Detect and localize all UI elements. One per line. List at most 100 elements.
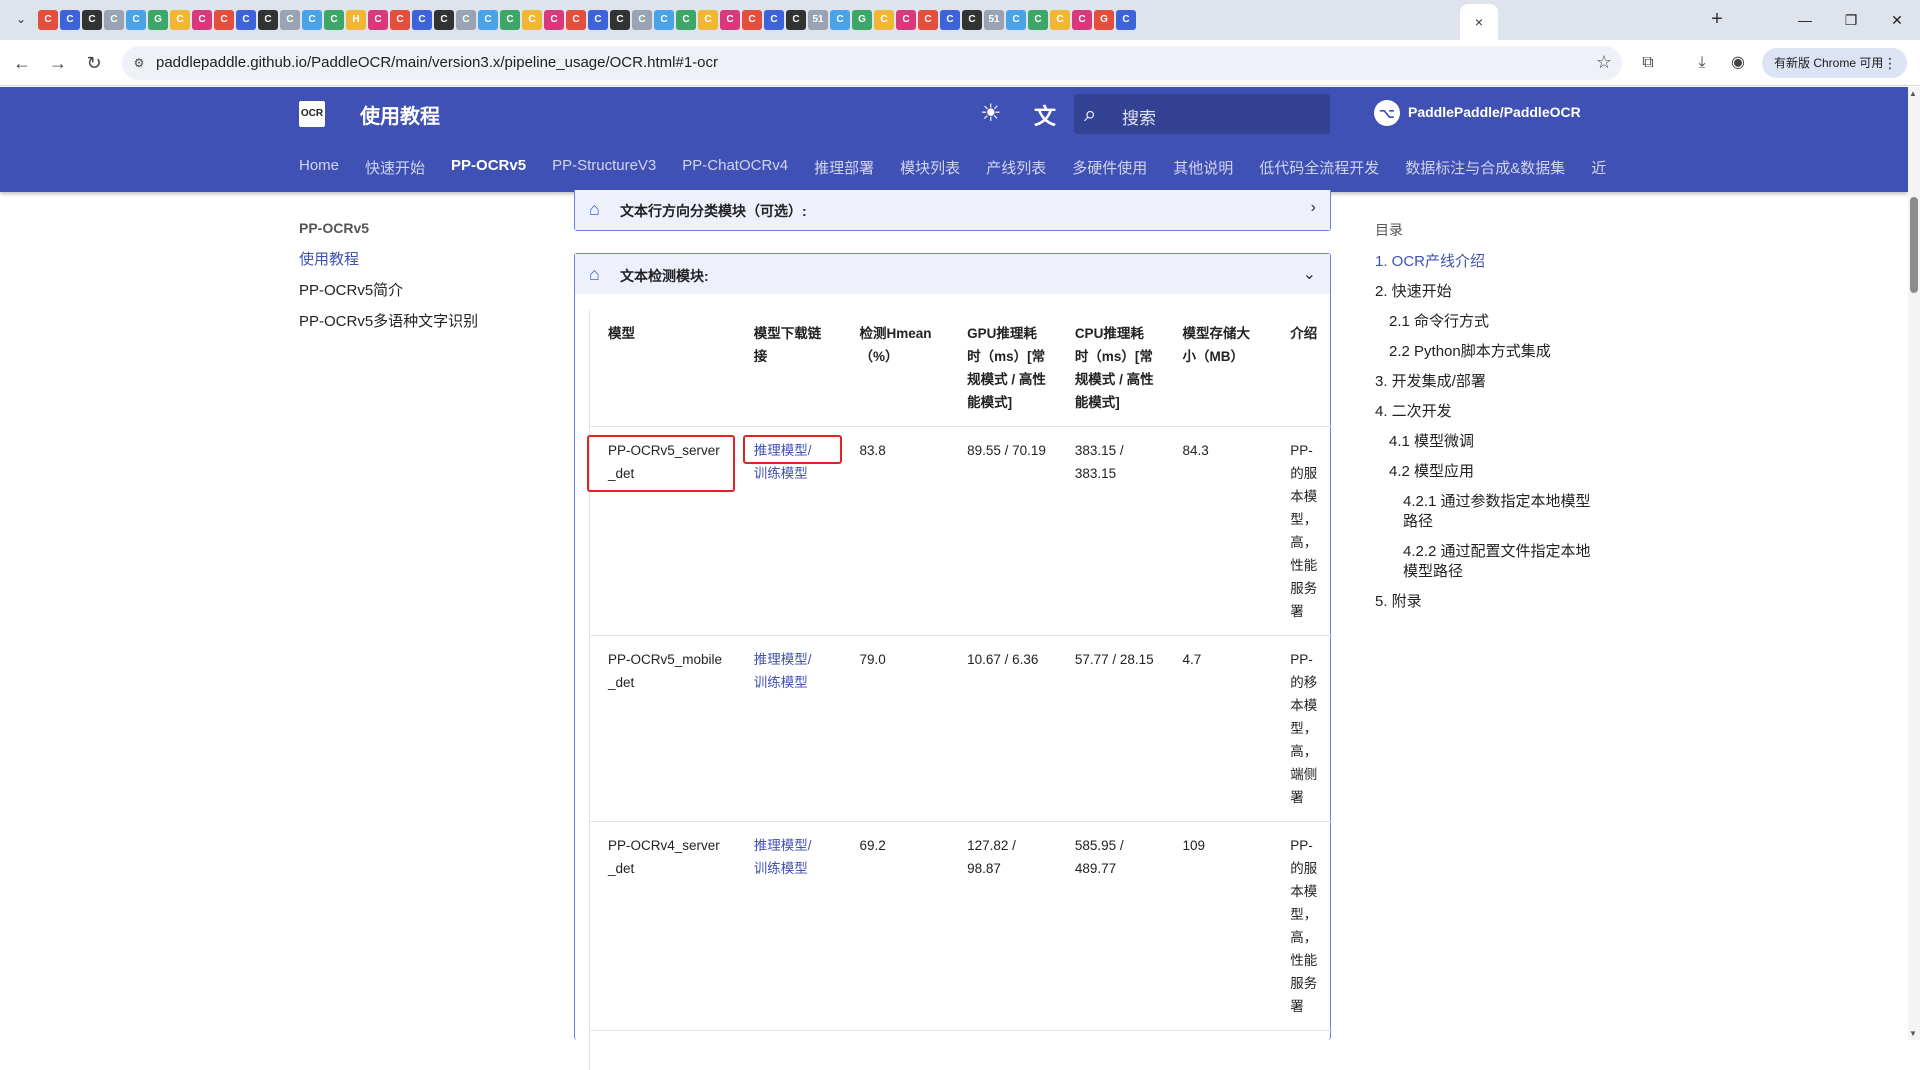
tab-favicon[interactable]: C (456, 10, 476, 30)
toc-item[interactable]: 4. 二次开发 (1375, 402, 1605, 422)
tab-favicon[interactable]: C (82, 10, 102, 30)
scroll-up-icon[interactable]: ▲ (1909, 89, 1917, 98)
url-text[interactable]: paddlepaddle.github.io/PaddleOCR/main/ve… (156, 54, 718, 71)
tab-favicon[interactable]: C (610, 10, 630, 30)
tab-favicon[interactable]: G (852, 10, 872, 30)
bookmark-star-icon[interactable]: ☆ (1596, 52, 1612, 73)
forward-arrow-icon[interactable]: → (46, 51, 70, 75)
tab-favicon[interactable]: H (346, 10, 366, 30)
tab-favicon[interactable]: C (742, 10, 762, 30)
tab-favicon[interactable]: C (698, 10, 718, 30)
theme-toggle-icon[interactable]: ☀ (980, 99, 1002, 128)
training-model-link[interactable]: 训练模型 (754, 466, 808, 481)
tab-favicon[interactable]: C (236, 10, 256, 30)
close-tab-icon[interactable]: × (1475, 14, 1483, 30)
tab-favicon[interactable]: C (500, 10, 520, 30)
tab-favicon[interactable]: C (1072, 10, 1092, 30)
toc-item[interactable]: 4.2 模型应用 (1375, 462, 1605, 482)
nav-tab[interactable]: 近 (1591, 157, 1606, 178)
tab-favicon[interactable]: G (148, 10, 168, 30)
repo-link[interactable]: PaddlePaddle/PaddleOCR (1408, 104, 1581, 120)
tab-favicon[interactable]: C (1028, 10, 1048, 30)
admonition-collapsed[interactable]: ⌂ 文本行方向分类模块（可选）: › (574, 190, 1331, 231)
nav-tab[interactable]: 推理部署 (814, 157, 874, 178)
minimize-window-icon[interactable]: — (1790, 8, 1820, 32)
tab-favicon[interactable]: C (962, 10, 982, 30)
admonition-header[interactable]: ⌂ 文本检测模块: ⌄ (575, 254, 1330, 294)
training-model-link[interactable]: 训练模型 (754, 675, 808, 690)
scroll-thumb[interactable] (1910, 197, 1918, 293)
tab-favicon[interactable]: C (1050, 10, 1070, 30)
left-nav-item[interactable]: PP-OCRv5多语种文字识别 (299, 310, 478, 331)
scroll-down-icon[interactable]: ▼ (1909, 1029, 1917, 1038)
restore-window-icon[interactable]: ❐ (1836, 8, 1866, 32)
nav-tab[interactable]: PP-OCRv5 (451, 157, 526, 178)
tab-favicon[interactable]: C (192, 10, 212, 30)
tab-favicon[interactable]: C (764, 10, 784, 30)
tab-favicon[interactable]: C (434, 10, 454, 30)
tab-favicon[interactable]: C (214, 10, 234, 30)
active-tab[interactable]: × (1460, 4, 1498, 40)
language-icon[interactable]: 文 (1034, 99, 1056, 131)
site-info-icon[interactable]: ⚙ (130, 54, 148, 72)
new-tab-button[interactable]: + (1705, 8, 1729, 32)
tab-favicon[interactable]: C (170, 10, 190, 30)
toc-item[interactable]: 3. 开发集成/部署 (1375, 372, 1605, 392)
inference-model-link[interactable]: 推理模型/ (754, 838, 812, 853)
nav-tab[interactable]: 产线列表 (986, 157, 1046, 178)
tab-favicon[interactable]: 51 (808, 10, 828, 30)
close-window-icon[interactable]: ✕ (1882, 8, 1912, 32)
extensions-icon[interactable]: ⧉ (1636, 51, 1660, 75)
page-scrollbar[interactable]: ▲ ▼ (1908, 87, 1920, 1040)
tab-favicon[interactable]: C (918, 10, 938, 30)
tab-favicon[interactable]: C (566, 10, 586, 30)
search-input[interactable]: ⌕ 搜索 (1074, 94, 1330, 134)
tab-favicon[interactable]: C (786, 10, 806, 30)
tab-favicon[interactable]: C (302, 10, 322, 30)
nav-tab[interactable]: 数据标注与合成&数据集 (1405, 157, 1565, 178)
chevron-down-icon[interactable]: ⌄ (1303, 264, 1316, 284)
tab-favicon[interactable]: C (896, 10, 916, 30)
nav-tab[interactable]: Home (299, 157, 339, 178)
tab-favicon[interactable]: C (1006, 10, 1026, 30)
tab-favicon[interactable]: C (588, 10, 608, 30)
tab-favicon[interactable]: C (280, 10, 300, 30)
chevron-right-icon[interactable]: › (1311, 199, 1316, 217)
tab-favicon[interactable]: C (104, 10, 124, 30)
omnibox[interactable]: ⚙ paddlepaddle.github.io/PaddleOCR/main/… (122, 46, 1622, 80)
nav-tab[interactable]: 低代码全流程开发 (1259, 157, 1379, 178)
toc-item[interactable]: 2.2 Python脚本方式集成 (1375, 342, 1605, 362)
tab-favicon[interactable]: C (324, 10, 344, 30)
nav-tab[interactable]: 快速开始 (365, 157, 425, 178)
nav-tab[interactable]: PP-StructureV3 (552, 157, 656, 178)
tab-favicon[interactable]: C (478, 10, 498, 30)
left-nav-item[interactable]: PP-OCRv5简介 (299, 279, 478, 300)
table-scroll-container[interactable]: 模型 模型下载链接 检测Hmean（%） GPU推理耗时（ms）[常规模式 / … (589, 310, 1332, 1070)
training-model-link[interactable]: 训练模型 (754, 861, 808, 876)
tab-favicon[interactable]: G (1094, 10, 1114, 30)
tab-favicon[interactable]: C (874, 10, 894, 30)
profile-icon[interactable]: ◉ (1726, 51, 1750, 75)
tab-favicon[interactable]: C (126, 10, 146, 30)
menu-dots-icon[interactable]: ⋮ (1883, 48, 1897, 78)
tab-favicon[interactable]: C (522, 10, 542, 30)
tab-favicon[interactable]: C (632, 10, 652, 30)
tab-favicon[interactable]: C (60, 10, 80, 30)
toc-item[interactable]: 5. 附录 (1375, 592, 1605, 612)
nav-tab[interactable]: 模块列表 (900, 157, 960, 178)
site-logo[interactable]: OCR (299, 101, 325, 127)
toc-item[interactable]: 2. 快速开始 (1375, 282, 1605, 302)
nav-tab[interactable]: 多硬件使用 (1072, 157, 1147, 178)
toc-item[interactable]: 1. OCR产线介绍 (1375, 252, 1605, 272)
tab-favicon[interactable]: C (654, 10, 674, 30)
toc-item[interactable]: 4.2.1 通过参数指定本地模型路径 (1375, 492, 1605, 532)
left-nav-item[interactable]: 使用教程 (299, 248, 478, 269)
chrome-update-button[interactable]: 有新版 Chrome 可用 ⋮ (1762, 48, 1907, 78)
back-arrow-icon[interactable]: ← (10, 51, 34, 75)
tab-favicon[interactable]: C (676, 10, 696, 30)
toc-item[interactable]: 2.1 命令行方式 (1375, 312, 1605, 332)
tab-favicon[interactable]: C (720, 10, 740, 30)
tab-search-dropdown-icon[interactable]: ⌄ (10, 8, 32, 30)
inference-model-link[interactable]: 推理模型/ (754, 652, 812, 667)
toc-item[interactable]: 4.1 模型微调 (1375, 432, 1605, 452)
